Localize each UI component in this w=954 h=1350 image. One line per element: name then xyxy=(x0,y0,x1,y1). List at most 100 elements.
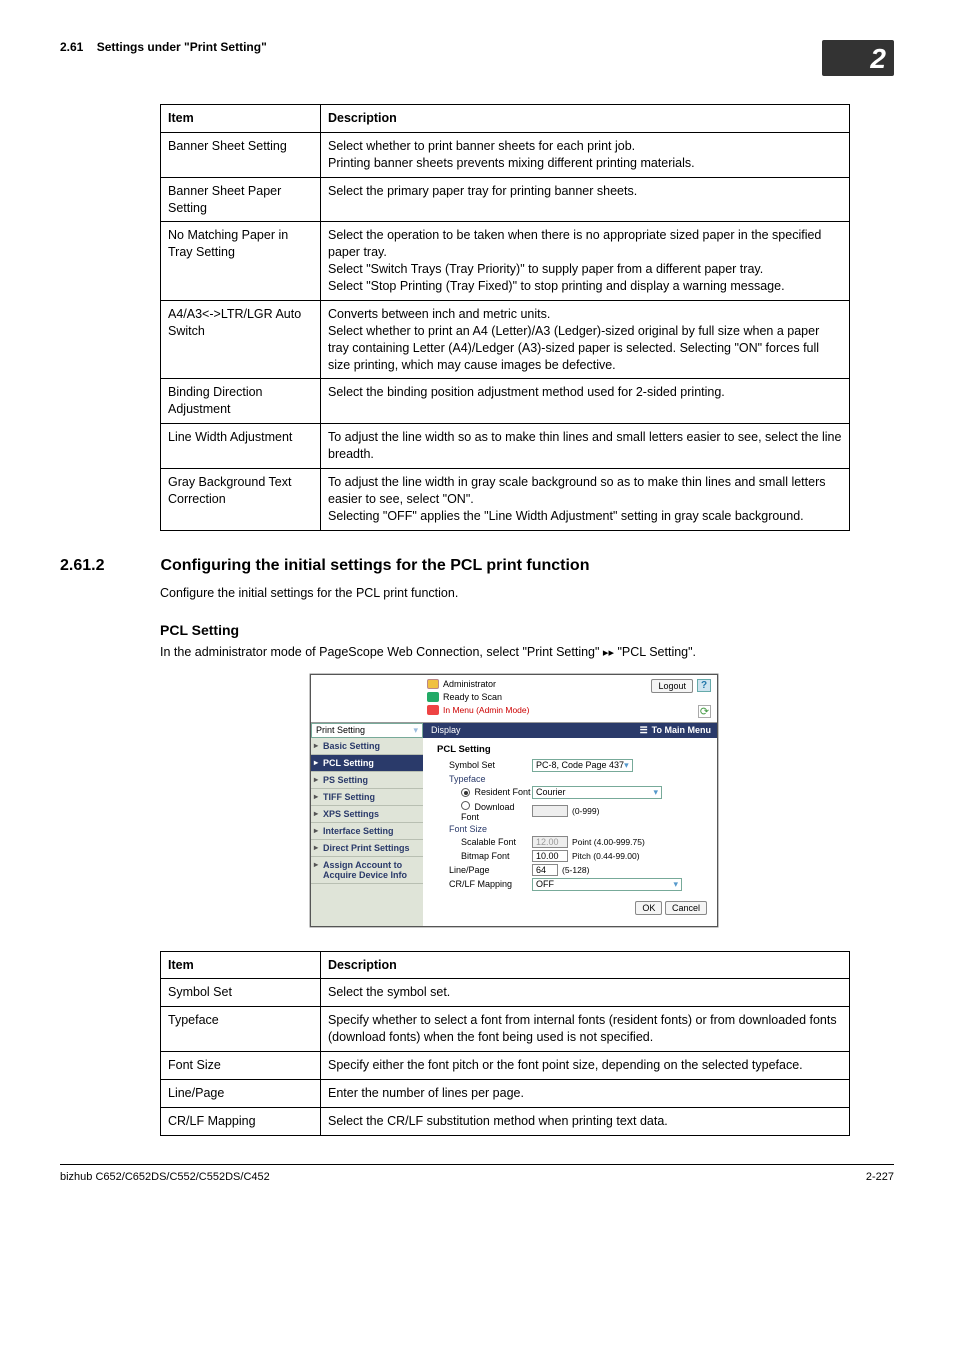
cell-item: No Matching Paper in Tray Setting xyxy=(161,222,321,301)
scalable-font-range: Point (4.00-999.75) xyxy=(572,837,645,847)
th-desc: Description xyxy=(321,105,850,133)
cell-item: CR/LF Mapping xyxy=(161,1107,321,1135)
section-title: Settings under "Print Setting" xyxy=(97,40,267,54)
symbol-set-value: PC-8, Code Page 437 xyxy=(536,760,624,770)
font-size-label: Font Size xyxy=(437,824,707,834)
table-row: Banner Sheet SettingSelect whether to pr… xyxy=(161,132,850,177)
resident-font-row: Resident Font xyxy=(437,787,532,798)
download-font-radio[interactable] xyxy=(461,801,470,810)
cell-item: Line Width Adjustment xyxy=(161,424,321,469)
status-icon xyxy=(427,692,439,702)
sidebar-item-pcl[interactable]: PCL Setting xyxy=(311,755,423,772)
scalable-font-input[interactable]: 12.00 xyxy=(532,836,568,848)
cell-desc: Select the symbol set. xyxy=(321,979,850,1007)
cell-desc: To adjust the line width in gray scale b… xyxy=(321,468,850,530)
cell-item: A4/A3<->LTR/LGR Auto Switch xyxy=(161,300,321,379)
scalable-font-label: Scalable Font xyxy=(437,837,532,847)
table-row: Binding Direction AdjustmentSelect the b… xyxy=(161,379,850,424)
resident-font-label: Resident Font xyxy=(475,787,531,797)
th-desc: Description xyxy=(321,951,850,979)
cell-item: Banner Sheet Paper Setting xyxy=(161,177,321,222)
cell-item: Symbol Set xyxy=(161,979,321,1007)
table-row: Font SizeSpecify either the font pitch o… xyxy=(161,1052,850,1080)
bitmap-font-range: Pitch (0.44-99.00) xyxy=(572,851,640,861)
cell-desc: Select the CR/LF substitution method whe… xyxy=(321,1107,850,1135)
chevron-down-icon: ▾ xyxy=(624,760,629,771)
line-page-input[interactable]: 64 xyxy=(532,864,558,876)
sub-intro-a: In the administrator mode of PageScope W… xyxy=(160,645,603,659)
cell-item: Typeface xyxy=(161,1007,321,1052)
refresh-icon[interactable]: ⟳ xyxy=(698,705,711,718)
th-item: Item xyxy=(161,105,321,133)
table-row: A4/A3<->LTR/LGR Auto SwitchConverts betw… xyxy=(161,300,850,379)
cell-desc: Converts between inch and metric units. … xyxy=(321,300,850,379)
chevron-down-icon: ▾ xyxy=(413,725,418,736)
table-row: CR/LF MappingSelect the CR/LF substituti… xyxy=(161,1107,850,1135)
table-row: Line Width AdjustmentTo adjust the line … xyxy=(161,424,850,469)
resident-font-radio[interactable] xyxy=(461,788,470,797)
sub-intro: In the administrator mode of PageScope W… xyxy=(160,644,894,662)
cancel-button[interactable]: Cancel xyxy=(665,901,707,915)
page-header: 2.61 Settings under "Print Setting" 2 xyxy=(60,40,894,76)
crlf-select[interactable]: OFF ▾ xyxy=(532,878,682,891)
ok-button[interactable]: OK xyxy=(635,901,662,915)
header-left: 2.61 Settings under "Print Setting" xyxy=(60,40,267,54)
table-row: Line/PageEnter the number of lines per p… xyxy=(161,1079,850,1107)
display-button[interactable]: Display xyxy=(423,723,469,738)
arrow-icon: ▸▸ xyxy=(603,646,614,659)
sidebar-item-tiff[interactable]: TIFF Setting xyxy=(311,789,423,806)
help-icon[interactable]: ? xyxy=(697,679,711,692)
screenshot-main-panel: PCL Setting Symbol Set PC-8, Code Page 4… xyxy=(423,738,717,926)
sidebar-item-direct[interactable]: Direct Print Settings xyxy=(311,840,423,857)
section-number: 2.61 xyxy=(60,40,83,54)
line-page-label: Line/Page xyxy=(437,865,532,875)
cell-item: Binding Direction Adjustment xyxy=(161,379,321,424)
download-font-input[interactable] xyxy=(532,805,568,817)
cell-item: Gray Background Text Correction xyxy=(161,468,321,530)
table-row: TypefaceSpecify whether to select a font… xyxy=(161,1007,850,1052)
ready-label: Ready to Scan xyxy=(443,692,502,702)
category-select-value: Print Setting xyxy=(316,725,365,735)
crlf-label: CR/LF Mapping xyxy=(437,879,532,889)
cell-desc: Enter the number of lines per page. xyxy=(321,1079,850,1107)
th-item: Item xyxy=(161,951,321,979)
cell-item: Banner Sheet Setting xyxy=(161,132,321,177)
to-main-label: To Main Menu xyxy=(652,725,711,735)
sidebar-item-xps[interactable]: XPS Settings xyxy=(311,806,423,823)
user-icon xyxy=(427,679,439,689)
menu-bars-icon: ☰ xyxy=(640,725,648,736)
table-row: Gray Background Text CorrectionTo adjust… xyxy=(161,468,850,530)
table-row: Symbol SetSelect the symbol set. xyxy=(161,979,850,1007)
cell-item: Font Size xyxy=(161,1052,321,1080)
to-main-menu-button[interactable]: ☰ To Main Menu xyxy=(634,723,717,738)
section-number-2: 2.61.2 xyxy=(60,557,156,575)
cell-desc: Select the binding position adjustment m… xyxy=(321,379,850,424)
cell-item: Line/Page xyxy=(161,1079,321,1107)
admin-label: Administrator xyxy=(443,679,496,689)
settings-table-2: Item Description Symbol SetSelect the sy… xyxy=(160,951,850,1136)
section-intro: Configure the initial settings for the P… xyxy=(160,585,894,603)
screenshot-topbar: Administrator Ready to Scan In Menu (Adm… xyxy=(311,675,717,723)
chevron-down-icon: ▾ xyxy=(653,787,658,798)
sidebar-item-interface[interactable]: Interface Setting xyxy=(311,823,423,840)
sidebar-item-basic[interactable]: Basic Setting xyxy=(311,738,423,755)
screenshot-selector-bar: Print Setting ▾ Display ☰ To Main Menu xyxy=(311,723,717,738)
section-heading: 2.61.2 Configuring the initial settings … xyxy=(60,557,894,575)
cell-desc: Select whether to print banner sheets fo… xyxy=(321,132,850,177)
sidebar-item-assign[interactable]: Assign Account to Acquire Device Info xyxy=(311,857,423,884)
bitmap-font-label: Bitmap Font xyxy=(437,851,532,861)
download-font-row: Download Font xyxy=(437,801,532,822)
line-page-range: (5-128) xyxy=(562,865,589,875)
bitmap-font-input[interactable]: 10.00 xyxy=(532,850,568,862)
sidebar-item-ps[interactable]: PS Setting xyxy=(311,772,423,789)
logout-button[interactable]: Logout xyxy=(651,679,693,693)
page-footer: bizhub C652/C652DS/C552/C552DS/C452 2-22… xyxy=(60,1164,894,1183)
table-row: No Matching Paper in Tray SettingSelect … xyxy=(161,222,850,301)
symbol-set-label: Symbol Set xyxy=(437,760,532,770)
symbol-set-select[interactable]: PC-8, Code Page 437 ▾ xyxy=(532,759,633,772)
category-select[interactable]: Print Setting ▾ xyxy=(311,723,423,738)
chapter-number: 2 xyxy=(870,43,886,75)
panel-title: PCL Setting xyxy=(437,744,707,755)
sub-heading: PCL Setting xyxy=(160,622,894,638)
resident-font-select[interactable]: Courier ▾ xyxy=(532,786,662,799)
